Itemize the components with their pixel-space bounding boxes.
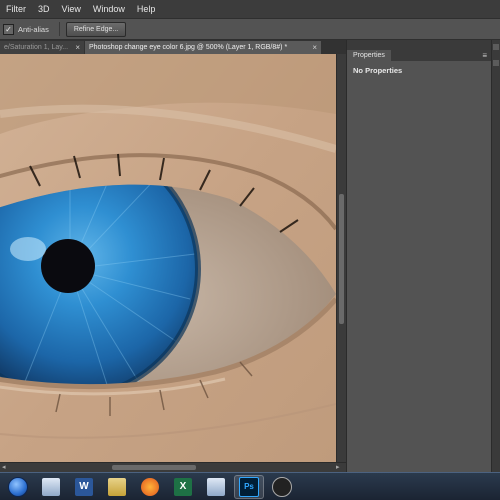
tab-label: e/Saturation 1, Lay... [4, 44, 69, 51]
horizontal-scroll-thumb[interactable] [112, 465, 196, 470]
document-canvas[interactable] [0, 54, 336, 462]
menu-help[interactable]: Help [137, 0, 156, 18]
eye-photo [0, 54, 336, 462]
start-button[interactable] [3, 475, 33, 499]
word-icon: W [75, 477, 93, 496]
obs-icon [272, 476, 292, 497]
vertical-scroll-thumb[interactable] [339, 194, 344, 324]
menu-3d[interactable]: 3D [38, 0, 50, 18]
photoshop-icon: Ps [239, 476, 259, 497]
close-icon[interactable]: × [312, 41, 317, 54]
taskbar-word[interactable]: W [69, 475, 99, 499]
tab-label: Photoshop change eye color 6.jpg @ 500% … [89, 44, 288, 51]
taskbar-firefox[interactable] [135, 475, 165, 499]
panel-dock-strip [491, 40, 500, 472]
no-properties-message: No Properties [353, 66, 403, 75]
refine-edge-button[interactable]: Refine Edge... [65, 21, 127, 37]
taskbar-photoshop[interactable]: Ps [234, 474, 264, 499]
tab-eye-color-document[interactable]: Photoshop change eye color 6.jpg @ 500% … [85, 41, 321, 54]
antialias-checkbox[interactable]: ✓ [3, 23, 14, 35]
file-icon [108, 477, 126, 496]
properties-panel: Properties ≡ No Properties [346, 40, 491, 472]
scroll-left-icon[interactable]: ◂ [2, 463, 6, 472]
vertical-scrollbar[interactable] [336, 54, 346, 462]
properties-tab-row: Properties ≡ [347, 50, 491, 61]
menu-window[interactable]: Window [93, 0, 125, 18]
panel-menu-icon[interactable]: ≡ [482, 50, 487, 61]
document-tab-bar: e/Saturation 1, Lay... × Photoshop chang… [0, 40, 346, 54]
menu-view[interactable]: View [62, 0, 81, 18]
taskbar-explorer[interactable] [36, 475, 66, 499]
taskbar-folder[interactable] [201, 475, 231, 499]
antialias-label: Anti-alias [18, 24, 49, 34]
options-separator [58, 22, 60, 36]
excel-icon: X [174, 477, 192, 496]
taskbar-obs[interactable] [267, 475, 297, 499]
dock-panel-icon[interactable] [493, 60, 499, 66]
firefox-icon [141, 477, 159, 496]
panel-header-bar [347, 40, 491, 50]
tab-properties[interactable]: Properties [347, 50, 391, 61]
horizontal-scrollbar[interactable]: ◂ ▸ [0, 462, 346, 472]
menu-bar: Filter 3D View Window Help [0, 0, 500, 18]
tab-hue-saturation[interactable]: e/Saturation 1, Lay... × [0, 41, 84, 54]
start-orb-icon [8, 476, 28, 497]
taskbar-file[interactable] [102, 475, 132, 499]
taskbar-excel[interactable]: X [168, 475, 198, 499]
menu-filter[interactable]: Filter [6, 0, 26, 18]
dock-collapse-icon[interactable] [493, 44, 499, 50]
folder-icon [207, 477, 225, 496]
close-icon[interactable]: × [75, 41, 80, 54]
scroll-right-icon[interactable]: ▸ [336, 463, 340, 472]
options-bar: ✓ Anti-alias Refine Edge... [0, 18, 500, 40]
windows-taskbar: W X Ps [0, 472, 500, 500]
windows-explorer-icon [42, 477, 60, 496]
